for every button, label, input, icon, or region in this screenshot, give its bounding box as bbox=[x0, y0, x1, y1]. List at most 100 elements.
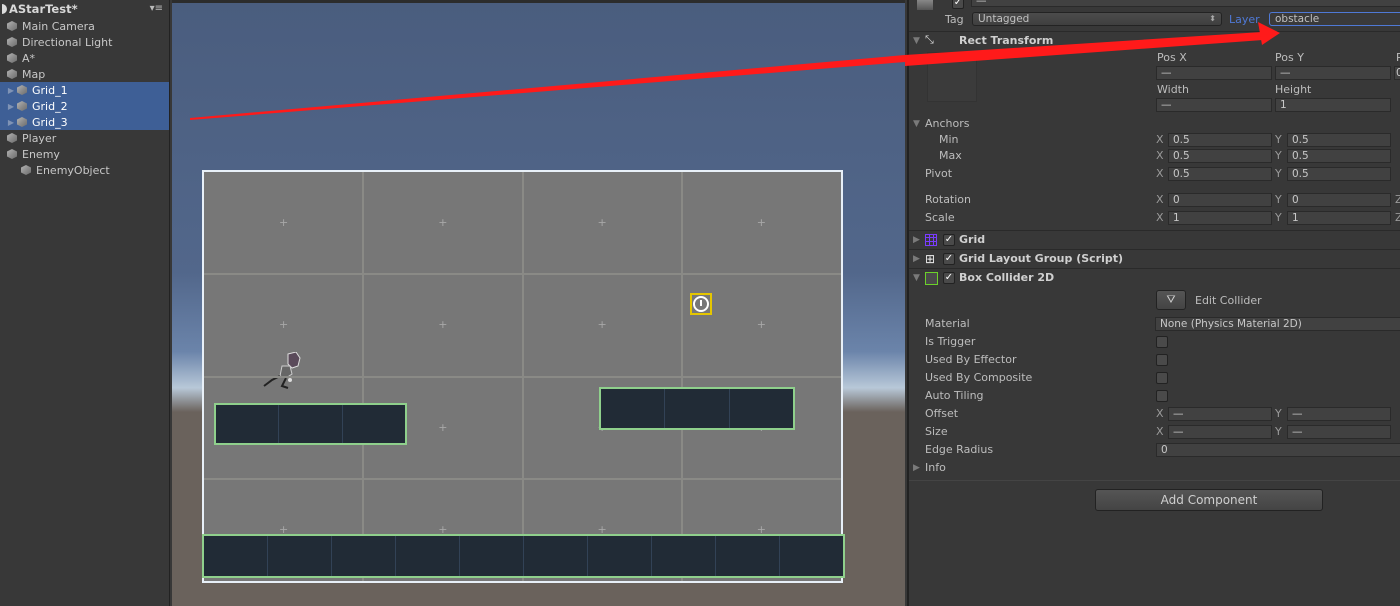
rect-transform-header[interactable]: ▼ ⤡ Rect Transform bbox=[909, 31, 1400, 50]
tag-dropdown[interactable]: Untagged ⬍ bbox=[972, 12, 1222, 26]
active-checkbox[interactable] bbox=[952, 0, 964, 9]
divider bbox=[909, 480, 1400, 481]
width-field[interactable]: — bbox=[1156, 98, 1272, 112]
hierarchy-item[interactable]: A* bbox=[0, 50, 169, 66]
x-axis-label: X bbox=[1156, 133, 1164, 146]
edge-radius-field[interactable]: 0 bbox=[1156, 443, 1400, 457]
height-field[interactable]: 1 bbox=[1275, 98, 1391, 112]
hierarchy-scene-header[interactable]: AStarTest* ▾≡ bbox=[0, 0, 169, 18]
offset-y-field[interactable]: — bbox=[1287, 407, 1391, 421]
platform-tile bbox=[396, 536, 460, 576]
scale-x-field[interactable]: 1 bbox=[1168, 211, 1272, 225]
auto-tiling-label: Auto Tiling bbox=[925, 389, 984, 402]
hierarchy-item[interactable]: Enemy bbox=[0, 146, 169, 162]
rotation-label: Rotation bbox=[925, 193, 972, 206]
x-axis-label: X bbox=[1156, 167, 1164, 180]
x-axis-label: X bbox=[1156, 407, 1164, 420]
cell-center-marker: + bbox=[438, 216, 448, 230]
auto-tiling-checkbox[interactable] bbox=[1156, 390, 1168, 402]
layer-dropdown[interactable]: obstacle bbox=[1269, 12, 1400, 26]
platform-tile bbox=[652, 536, 716, 576]
gameobject-cube-icon bbox=[16, 116, 28, 128]
scale-label: Scale bbox=[925, 211, 955, 224]
expand-arrow-icon[interactable]: ▶ bbox=[6, 118, 16, 127]
pos-x-field[interactable]: — bbox=[1156, 66, 1272, 80]
used-by-composite-checkbox[interactable] bbox=[1156, 372, 1168, 384]
player-sprite[interactable] bbox=[260, 351, 308, 392]
hierarchy-item-label: Main Camera bbox=[22, 19, 95, 33]
gameobject-cube-icon bbox=[6, 52, 18, 64]
collapse-triangle-icon: ▼ bbox=[913, 36, 920, 46]
hierarchy-item[interactable]: Player bbox=[0, 130, 169, 146]
hierarchy-item[interactable]: EnemyObject bbox=[0, 162, 169, 178]
hierarchy-item-label: Player bbox=[22, 131, 57, 145]
rect-transform-title: Rect Transform bbox=[959, 34, 1054, 47]
menu-icon[interactable]: ▾≡ bbox=[150, 3, 163, 14]
platform-tile bbox=[204, 536, 268, 576]
platform-tile bbox=[780, 536, 843, 576]
hierarchy-item[interactable]: Directional Light bbox=[0, 34, 169, 50]
unity-editor: AStarTest* ▾≡ Main Camera Directional Lig… bbox=[0, 0, 1400, 606]
size-y-field[interactable]: — bbox=[1287, 425, 1391, 439]
hierarchy-item[interactable]: ▶ Grid_1 bbox=[0, 82, 169, 98]
y-axis-label: Y bbox=[1275, 425, 1282, 438]
grid-component-header[interactable]: ▶ Grid bbox=[909, 230, 1400, 249]
info-fold-icon[interactable]: ▶ bbox=[913, 463, 920, 473]
edit-collider-button[interactable]: ⛛ bbox=[1156, 290, 1186, 310]
inspector-panel: — Tag Untagged ⬍ Layer obstacle ▼ ⤡ Rect… bbox=[907, 0, 1400, 606]
pivot-y-field[interactable]: 0.5 bbox=[1287, 167, 1391, 181]
cell-center-marker: + bbox=[279, 216, 289, 230]
grid-layout-enabled-checkbox[interactable] bbox=[943, 253, 955, 265]
grid-layout-group-header[interactable]: ▶ ⊞ Grid Layout Group (Script) bbox=[909, 249, 1400, 268]
used-by-effector-checkbox[interactable] bbox=[1156, 354, 1168, 366]
grid-layout-title: Grid Layout Group (Script) bbox=[959, 252, 1124, 265]
cell-center-marker: + bbox=[756, 318, 766, 332]
pos-z-field[interactable]: 0 bbox=[1394, 66, 1400, 80]
rotation-y-field[interactable]: 0 bbox=[1287, 193, 1391, 207]
enemy-target-gizmo[interactable] bbox=[690, 293, 712, 315]
hierarchy-item[interactable]: Main Camera bbox=[0, 18, 169, 34]
pos-y-label: Pos Y bbox=[1275, 51, 1304, 64]
hierarchy-item[interactable]: ▶ Grid_3 bbox=[0, 114, 169, 130]
material-field[interactable]: None (Physics Material 2D) bbox=[1155, 317, 1400, 331]
grid-enabled-checkbox[interactable] bbox=[943, 234, 955, 246]
scale-y-field[interactable]: 1 bbox=[1287, 211, 1391, 225]
is-trigger-checkbox[interactable] bbox=[1156, 336, 1168, 348]
anchor-min-y-field[interactable]: 0.5 bbox=[1287, 133, 1391, 147]
size-x-field[interactable]: — bbox=[1168, 425, 1272, 439]
hierarchy-item[interactable]: Map bbox=[0, 66, 169, 82]
ground-platform[interactable] bbox=[202, 534, 845, 578]
expand-arrow-icon[interactable]: ▶ bbox=[6, 102, 16, 111]
offset-x-field[interactable]: — bbox=[1168, 407, 1272, 421]
rotation-x-field[interactable]: 0 bbox=[1168, 193, 1272, 207]
width-label: Width bbox=[1157, 83, 1189, 96]
left-platform[interactable] bbox=[214, 403, 407, 445]
pos-y-field[interactable]: — bbox=[1275, 66, 1391, 80]
target-icon bbox=[693, 296, 709, 312]
anchor-preset-button[interactable] bbox=[927, 52, 977, 102]
x-axis-label: X bbox=[1156, 149, 1164, 162]
grid-canvas[interactable]: ++++++++++++++++ bbox=[202, 170, 845, 583]
collapse-triangle-icon: ▼ bbox=[913, 273, 920, 283]
name-field[interactable]: — bbox=[971, 0, 1400, 7]
box-collider-header[interactable]: ▼ Box Collider 2D bbox=[909, 268, 1400, 287]
pivot-x-field[interactable]: 0.5 bbox=[1168, 167, 1272, 181]
hierarchy-item-label: Map bbox=[22, 67, 46, 81]
box-collider-enabled-checkbox[interactable] bbox=[943, 272, 955, 284]
anchor-min-x-field[interactable]: 0.5 bbox=[1168, 133, 1272, 147]
anchor-max-y-field[interactable]: 0.5 bbox=[1287, 149, 1391, 163]
pos-z-label: P bbox=[1396, 51, 1400, 64]
scene-view[interactable]: ++++++++++++++++ bbox=[172, 0, 905, 606]
anchor-max-x-field[interactable]: 0.5 bbox=[1168, 149, 1272, 163]
right-platform[interactable] bbox=[599, 387, 795, 430]
y-axis-label: Y bbox=[1275, 167, 1282, 180]
gameobject-cube-icon bbox=[6, 20, 18, 32]
gameobject-cube-icon bbox=[6, 36, 18, 48]
expand-arrow-icon[interactable]: ▶ bbox=[6, 86, 16, 95]
hierarchy-item[interactable]: ▶ Grid_2 bbox=[0, 98, 169, 114]
cell-center-marker: + bbox=[597, 318, 607, 332]
hierarchy-panel: AStarTest* ▾≡ Main Camera Directional Lig… bbox=[0, 0, 170, 606]
add-component-button[interactable]: Add Component bbox=[1095, 489, 1323, 511]
platform-tile bbox=[524, 536, 588, 576]
anchors-fold-icon[interactable]: ▼ bbox=[913, 119, 920, 129]
